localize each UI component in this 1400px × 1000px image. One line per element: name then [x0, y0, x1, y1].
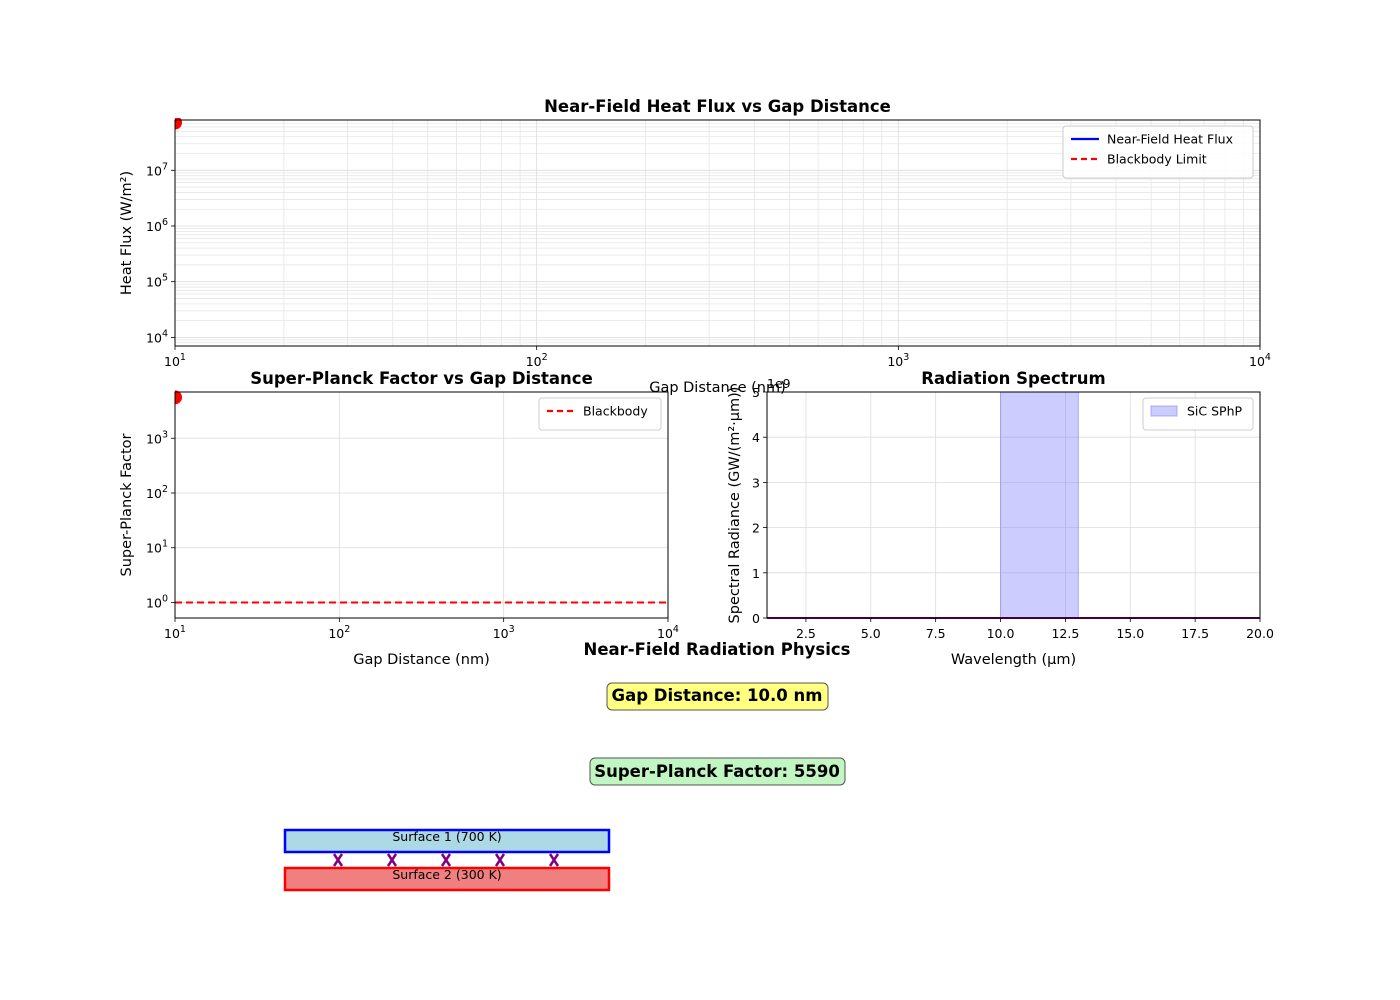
y-tick-label-base: 10	[146, 330, 162, 345]
physics-panel: Near-Field Radiation Physics Gap Distanc…	[283, 640, 851, 892]
x-tick-label-exp: 1	[180, 624, 186, 635]
x-tick-label-base: 10	[657, 626, 673, 641]
spectrum-x-axis-label: Wavelength (μm)	[951, 652, 1076, 668]
x-tick-label-base: 10	[493, 626, 509, 641]
x-tick-label: 7.5	[926, 626, 946, 641]
y-tick-label: 2	[752, 521, 760, 536]
super-planck-x-axis-label: Gap Distance (nm)	[353, 652, 490, 668]
x-tick-label: 104	[657, 624, 679, 641]
y-tick-label-base: 10	[146, 541, 162, 556]
y-tick-label-base: 10	[146, 595, 162, 610]
y-tick-label-base: 10	[146, 486, 162, 501]
x-tick-label: 15.0	[1116, 626, 1144, 641]
surface-1-label: Surface 1 (700 K)	[392, 829, 501, 844]
y-tick-label: 4	[752, 430, 760, 445]
super-planck-legend: Blackbody	[538, 397, 662, 431]
x-tick-label: 104	[1249, 352, 1271, 369]
legend-entry-label: SiC SPhP	[1187, 404, 1243, 419]
x-tick-label: 102	[328, 624, 350, 641]
y-tick-label: 107	[146, 161, 168, 178]
x-tick-label: 102	[526, 352, 548, 369]
heat-flux-x-axis-label: Gap Distance (nm)	[649, 380, 786, 396]
heat-arrow	[440, 853, 452, 867]
y-tick-label-base: 10	[146, 219, 162, 234]
y-tick-label: 105	[146, 273, 168, 290]
y-tick-label-exp: 4	[162, 328, 168, 339]
x-tick-label-base: 10	[526, 354, 542, 369]
spectrum-chart: 2.5 5.0 7.5 10.0 12.5 15.0 17.5 20.0012345 1e9 …	[727, 369, 1274, 668]
super-planck-y-axis-label: Super-Planck Factor	[119, 433, 135, 576]
x-tick-label: 5.0	[861, 626, 881, 641]
heat-arrow	[548, 853, 560, 867]
y-tick-label-exp: 0	[162, 593, 168, 604]
x-tick-label-exp: 1	[180, 352, 186, 363]
y-tick-label-exp: 2	[162, 484, 168, 495]
x-tick-label: 101	[164, 624, 186, 641]
heat-flux-chart: 101 102 103 104104105106107 Near-Field Heat…	[119, 97, 1271, 396]
x-tick-label-exp: 3	[509, 624, 515, 635]
x-tick-label-exp: 4	[673, 624, 679, 635]
spectrum-chart-title: Radiation Spectrum	[921, 369, 1105, 388]
legend-entry-label: Near-Field Heat Flux	[1107, 132, 1233, 147]
y-tick-label: 5	[752, 385, 760, 400]
y-tick-label: 101	[146, 539, 168, 556]
super-planck-text: Super-Planck Factor: 5590	[594, 762, 840, 781]
y-tick-label: 3	[752, 475, 760, 490]
x-tick-label-exp: 2	[542, 352, 548, 363]
y-tick-label: 103	[146, 429, 168, 446]
heat-flux-y-axis-label: Heat Flux (W/m²)	[119, 171, 135, 295]
gap-distance-text: Gap Distance: 10.0 nm	[612, 686, 823, 705]
heat-flux-chart-title: Near-Field Heat Flux vs Gap Distance	[544, 97, 891, 116]
y-tick-label: 100	[146, 593, 168, 610]
heat-arrow	[332, 853, 344, 867]
x-tick-label-base: 10	[164, 626, 180, 641]
super-planck-chart-title: Super-Planck Factor vs Gap Distance	[250, 369, 593, 388]
y-tick-label: 1	[752, 566, 760, 581]
legend-entry-label: Blackbody	[583, 404, 648, 419]
x-tick-label: 10.0	[987, 626, 1015, 641]
spectrum-legend: SiC SPhP	[1142, 397, 1254, 431]
y-tick-label-exp: 3	[162, 429, 168, 440]
x-tick-label-exp: 2	[344, 624, 350, 635]
x-tick-label: 103	[887, 352, 909, 369]
heat-arrow	[386, 853, 398, 867]
y-tick-label: 102	[146, 484, 168, 501]
y-tick-label-base: 10	[146, 163, 162, 178]
sic-sphp-band	[1000, 391, 1079, 619]
y-tick-label-exp: 1	[162, 539, 168, 550]
legend-entry-label: Blackbody Limit	[1107, 152, 1207, 167]
x-tick-label-exp: 3	[903, 352, 909, 363]
y-tick-label: 104	[146, 328, 168, 345]
legend-swatch	[1150, 405, 1178, 417]
x-tick-label: 103	[493, 624, 515, 641]
super-planck-chart: 101 102 103 104100101102103 Super-Planck Fa…	[119, 369, 679, 668]
x-tick-label: 2.5	[796, 626, 816, 641]
y-tick-label-exp: 7	[162, 161, 168, 172]
x-tick-label: 12.5	[1051, 626, 1079, 641]
spectrum-y-axis-label: Spectral Radiance (GW/(m²·μm))	[727, 387, 743, 624]
figure: 101 102 103 104104105106107 Near-Field Heat…	[119, 97, 1274, 892]
y-tick-label-exp: 5	[162, 273, 168, 284]
x-tick-label-exp: 4	[1265, 352, 1271, 363]
spectrum-offset-text: 1e9	[767, 376, 791, 391]
heat-transfer-arrows	[332, 853, 560, 867]
x-tick-label: 20.0	[1246, 626, 1274, 641]
physics-panel-title: Near-Field Radiation Physics	[584, 640, 851, 659]
x-tick-label-base: 10	[1249, 354, 1265, 369]
y-tick-label-exp: 6	[162, 217, 168, 228]
x-tick-label: 17.5	[1181, 626, 1209, 641]
y-tick-label-base: 10	[146, 431, 162, 446]
y-tick-label: 0	[752, 611, 760, 626]
x-tick-label-base: 10	[887, 354, 903, 369]
y-tick-label: 106	[146, 217, 168, 234]
x-tick-label-base: 10	[164, 354, 180, 369]
y-tick-label-base: 10	[146, 275, 162, 290]
heat-arrow	[494, 853, 506, 867]
x-tick-label-base: 10	[328, 626, 344, 641]
surface-2-label: Surface 2 (300 K)	[392, 867, 501, 882]
x-tick-label: 101	[164, 352, 186, 369]
heat-flux-legend: Near-Field Heat Flux Blackbody Limit	[1062, 125, 1254, 179]
